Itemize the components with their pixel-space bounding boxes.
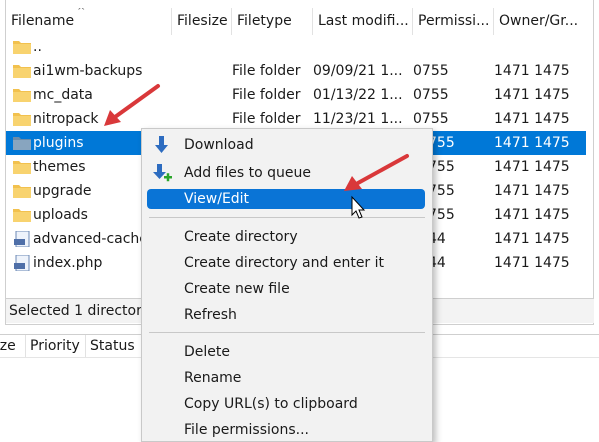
column-header-filesize[interactable]: Filesize: [172, 8, 232, 35]
menu-item-label: Add files to queue: [184, 165, 311, 181]
column-header-filename[interactable]: Filename ^: [6, 8, 172, 35]
menu-separator: [149, 332, 425, 333]
file-name: ai1wm-backups: [33, 63, 143, 79]
menu-item-label: File permissions...: [184, 422, 309, 438]
column-header-last-modified[interactable]: Last modifi...: [313, 8, 413, 35]
cell-modified: 01/13/22 1...: [313, 87, 403, 103]
cell-owner: [494, 35, 586, 59]
cell-modified: 09/09/21 1...: [313, 63, 403, 79]
download-arrow-icon: [155, 136, 168, 153]
queue-column-priority[interactable]: Priority: [26, 335, 86, 357]
file-list-row[interactable]: mc_data File folder 01/13/22 1... 0755 1471 …: [6, 83, 586, 107]
folder-icon: [13, 161, 31, 174]
queue-column-label: Size: [0, 338, 16, 354]
menu-item-view-edit[interactable]: View/Edit: [147, 189, 425, 209]
cell-filetype: [232, 35, 312, 59]
menu-item-delete[interactable]: Delete: [147, 341, 425, 363]
file-name: advanced-cache: [33, 231, 148, 247]
menu-separator: [149, 217, 425, 218]
menu-item-copy-url[interactable]: Copy URL(s) to clipboard: [147, 393, 425, 415]
column-header-filetype[interactable]: Filetype: [232, 8, 313, 35]
php-file-icon: [14, 255, 30, 271]
folder-icon: [13, 41, 31, 54]
folder-icon: [13, 65, 31, 78]
cell-owner: 1471 1475: [494, 111, 570, 127]
menu-item-label: View/Edit: [184, 191, 250, 207]
cell-owner: 1471 1475: [494, 207, 570, 223]
cell-owner: 1471 1475: [494, 183, 570, 199]
column-header-owner-group[interactable]: Owner/Gr...: [494, 8, 586, 35]
cell-owner: 1471 1475: [494, 231, 570, 247]
menu-item-label: Delete: [184, 344, 230, 360]
cell-owner: 1471 1475: [494, 255, 570, 271]
column-header-label: Filename: [11, 13, 75, 29]
php-file-icon: [14, 231, 30, 247]
cell-owner: 1471 1475: [494, 87, 570, 103]
file-list-header: Filename ^ Filesize Filetype Last modifi.…: [6, 8, 594, 35]
menu-item-create-directory-and-enter[interactable]: Create directory and enter it: [147, 252, 425, 274]
menu-item-label: Refresh: [184, 307, 237, 323]
menu-item-refresh[interactable]: Refresh: [147, 304, 425, 326]
file-list-row[interactable]: ..: [6, 35, 586, 59]
cell-filetype: File folder: [232, 87, 301, 103]
folder-icon: [13, 185, 31, 198]
file-name: mc_data: [33, 87, 93, 103]
file-name: themes: [33, 159, 86, 175]
menu-item-add-files-to-queue[interactable]: Add files to queue: [147, 162, 425, 184]
menu-item-label: Rename: [184, 370, 242, 386]
cell-owner: 1471 1475: [494, 135, 570, 151]
menu-item-label: Create new file: [184, 281, 290, 297]
menu-item-create-directory[interactable]: Create directory: [147, 226, 425, 248]
cell-owner: 1471 1475: [494, 159, 570, 175]
folder-icon: [13, 113, 31, 126]
menu-item-file-permissions[interactable]: File permissions...: [147, 419, 425, 441]
queue-column-size[interactable]: Size: [0, 335, 26, 357]
cell-modified: [313, 35, 413, 59]
cell-filetype: File folder: [232, 63, 301, 79]
cell-perms: [413, 35, 493, 59]
add-to-queue-icon: [153, 164, 172, 182]
sort-ascending-icon: ^: [77, 8, 86, 17]
status-text: Selected 1 directory: [9, 303, 151, 319]
menu-item-label: Create directory: [184, 229, 298, 245]
file-name: ..: [33, 39, 42, 55]
menu-item-create-new-file[interactable]: Create new file: [147, 278, 425, 300]
folder-icon: [13, 137, 31, 150]
column-header-permissions[interactable]: Permissi...: [413, 8, 494, 35]
folder-icon: [13, 209, 31, 222]
cell-owner: 1471 1475: [494, 63, 570, 79]
cell-perms: 0755: [413, 63, 449, 79]
file-name: upgrade: [33, 183, 92, 199]
file-name: uploads: [33, 207, 88, 223]
file-name: plugins: [33, 135, 84, 151]
menu-item-label: Copy URL(s) to clipboard: [184, 396, 358, 412]
menu-item-rename[interactable]: Rename: [147, 367, 425, 389]
cell-perms: 0755: [413, 87, 449, 103]
file-list-row[interactable]: ai1wm-backups File folder 09/09/21 1... 075…: [6, 59, 586, 83]
file-name: index.php: [33, 255, 103, 271]
menu-item-label: Create directory and enter it: [184, 255, 385, 271]
menu-item-label: Download: [184, 137, 254, 153]
folder-icon: [13, 89, 31, 102]
menu-item-download[interactable]: Download: [147, 134, 425, 156]
context-menu: Download Add files to queue View/Edit Cr…: [141, 128, 433, 442]
file-name: nitropack: [33, 111, 99, 127]
